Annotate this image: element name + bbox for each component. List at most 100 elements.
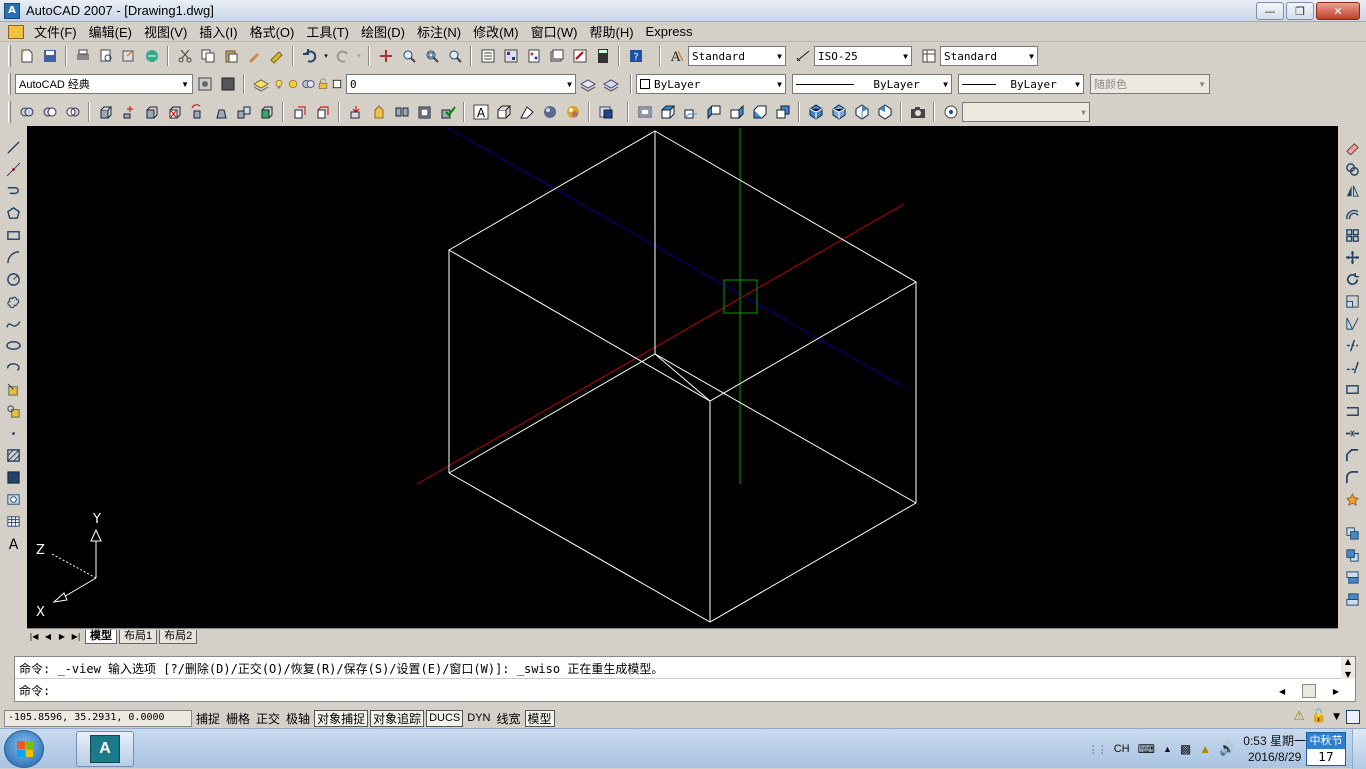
menu-dimension[interactable]: 标注(N): [411, 22, 467, 41]
make-block-icon[interactable]: [4, 401, 24, 421]
menu-format[interactable]: 格式(O): [244, 22, 301, 41]
trim-icon[interactable]: [1342, 335, 1362, 355]
polar-toggle[interactable]: 极轴: [284, 710, 312, 727]
rotate-icon[interactable]: [1342, 269, 1362, 289]
polyline-icon[interactable]: [4, 181, 24, 201]
copy-object-icon[interactable]: [1342, 159, 1362, 179]
drawing-canvas[interactable]: Y Z X: [27, 126, 1338, 628]
move-icon[interactable]: [1342, 247, 1362, 267]
match-properties-icon[interactable]: [243, 46, 264, 67]
extend-icon[interactable]: [1342, 357, 1362, 377]
markup-set-icon[interactable]: [569, 46, 590, 67]
start-button[interactable]: [4, 730, 44, 768]
properties-icon[interactable]: [477, 46, 498, 67]
ellipse-arc-icon[interactable]: [4, 357, 24, 377]
polygon-icon[interactable]: [4, 203, 24, 223]
menu-draw[interactable]: 绘图(D): [355, 22, 411, 41]
layer-states-icon[interactable]: [595, 102, 616, 123]
dim-style-icon[interactable]: [792, 46, 813, 67]
draw-order-back-icon[interactable]: [1342, 545, 1362, 565]
layer-previous-icon[interactable]: [600, 74, 621, 95]
region-icon[interactable]: [4, 489, 24, 509]
my-workspace-icon[interactable]: [217, 74, 238, 95]
arc-icon[interactable]: [4, 247, 24, 267]
scale-icon[interactable]: [1342, 291, 1362, 311]
language-indicator[interactable]: CH: [1114, 743, 1130, 755]
text-icon[interactable]: A: [470, 102, 491, 123]
close-button[interactable]: ✕: [1316, 2, 1360, 20]
camera-icon[interactable]: [907, 102, 928, 123]
workspace-settings-icon[interactable]: [194, 74, 215, 95]
restore-button[interactable]: ❐: [1286, 2, 1314, 20]
menu-tools[interactable]: 工具(T): [300, 22, 355, 41]
circle-icon[interactable]: [4, 269, 24, 289]
volume-icon[interactable]: 🔊: [1219, 741, 1235, 757]
separate-icon[interactable]: [391, 102, 412, 123]
fillet-icon[interactable]: [1342, 467, 1362, 487]
cut-icon[interactable]: [174, 46, 195, 67]
menu-modify[interactable]: 修改(M): [467, 22, 525, 41]
bottom-view-icon[interactable]: [680, 102, 701, 123]
ducs-toggle[interactable]: DUCS: [426, 709, 464, 727]
print-icon[interactable]: [72, 46, 93, 67]
named-views-icon[interactable]: [634, 102, 655, 123]
print-preview-icon[interactable]: [95, 46, 116, 67]
copy-edges-icon[interactable]: [289, 102, 310, 123]
redo-icon[interactable]: [332, 46, 353, 67]
revision-cloud-icon[interactable]: [4, 291, 24, 311]
osnap-toggle[interactable]: 对象捕捉: [314, 709, 369, 727]
layer-viewport-icon[interactable]: [301, 74, 315, 95]
pan-icon[interactable]: [375, 46, 396, 67]
multiline-text-icon[interactable]: A: [4, 533, 24, 553]
shell-icon[interactable]: [414, 102, 435, 123]
tray-expand-icon[interactable]: ▲: [1163, 744, 1172, 754]
break-icon[interactable]: [1342, 401, 1362, 421]
tab-next-icon[interactable]: ▶: [55, 630, 69, 644]
draw-order-under-icon[interactable]: [1342, 589, 1362, 609]
tab-prev-icon[interactable]: ◀: [41, 630, 55, 644]
right-view-icon[interactable]: [726, 102, 747, 123]
block-editor-icon[interactable]: [266, 46, 287, 67]
menu-window[interactable]: 窗口(W): [525, 22, 584, 41]
help-icon[interactable]: ?: [625, 46, 646, 67]
construction-line-icon[interactable]: [4, 159, 24, 179]
undo-dropdown-icon[interactable]: ▾: [322, 46, 330, 67]
new-icon[interactable]: [16, 46, 37, 67]
status-menu-icon[interactable]: ▼: [1333, 712, 1340, 722]
show-desktop-button[interactable]: [1352, 729, 1366, 769]
text-style-select[interactable]: Standard ▼: [688, 46, 786, 66]
break-at-point-icon[interactable]: [1342, 379, 1362, 399]
insert-block-icon[interactable]: [4, 379, 24, 399]
copy-faces-icon[interactable]: [233, 102, 254, 123]
menu-view[interactable]: 视图(V): [138, 22, 193, 41]
undo-icon[interactable]: [299, 46, 320, 67]
tab-first-icon[interactable]: |◀: [27, 630, 41, 644]
point-icon[interactable]: [4, 423, 24, 443]
hatch-icon[interactable]: [4, 445, 24, 465]
calendar-widget[interactable]: 中秋节 17: [1306, 732, 1346, 766]
design-center-icon[interactable]: [500, 46, 521, 67]
layer-thaw-icon[interactable]: [287, 74, 299, 95]
zoom-previous-icon[interactable]: [444, 46, 465, 67]
draw-order-above-icon[interactable]: [1342, 567, 1362, 587]
table-style-icon[interactable]: [918, 46, 939, 67]
sheet-set-icon[interactable]: [546, 46, 567, 67]
draw-order-front-icon[interactable]: [1342, 523, 1362, 543]
autocad-app-icon[interactable]: A: [4, 2, 20, 19]
toolbar-grip[interactable]: [8, 101, 11, 123]
workspace-select[interactable]: AutoCAD 经典 ▼: [15, 74, 193, 94]
table-style-select[interactable]: Standard ▼: [940, 46, 1038, 66]
otrack-toggle[interactable]: 对象追踪: [370, 709, 425, 727]
publish-icon[interactable]: [118, 46, 139, 67]
table-icon[interactable]: [4, 511, 24, 531]
command-hscrollbar[interactable]: ◀ ▶: [1279, 683, 1339, 699]
lineweight-toggle[interactable]: 线宽: [495, 710, 523, 727]
front-view-icon[interactable]: [749, 102, 770, 123]
copy-icon[interactable]: [197, 46, 218, 67]
menu-insert[interactable]: 插入(I): [193, 22, 243, 41]
render-icon[interactable]: [562, 102, 583, 123]
offset-icon[interactable]: [1342, 203, 1362, 223]
toolbar-grip[interactable]: [8, 45, 11, 67]
tab-model[interactable]: 模型: [85, 629, 117, 644]
clean-icon[interactable]: [368, 102, 389, 123]
